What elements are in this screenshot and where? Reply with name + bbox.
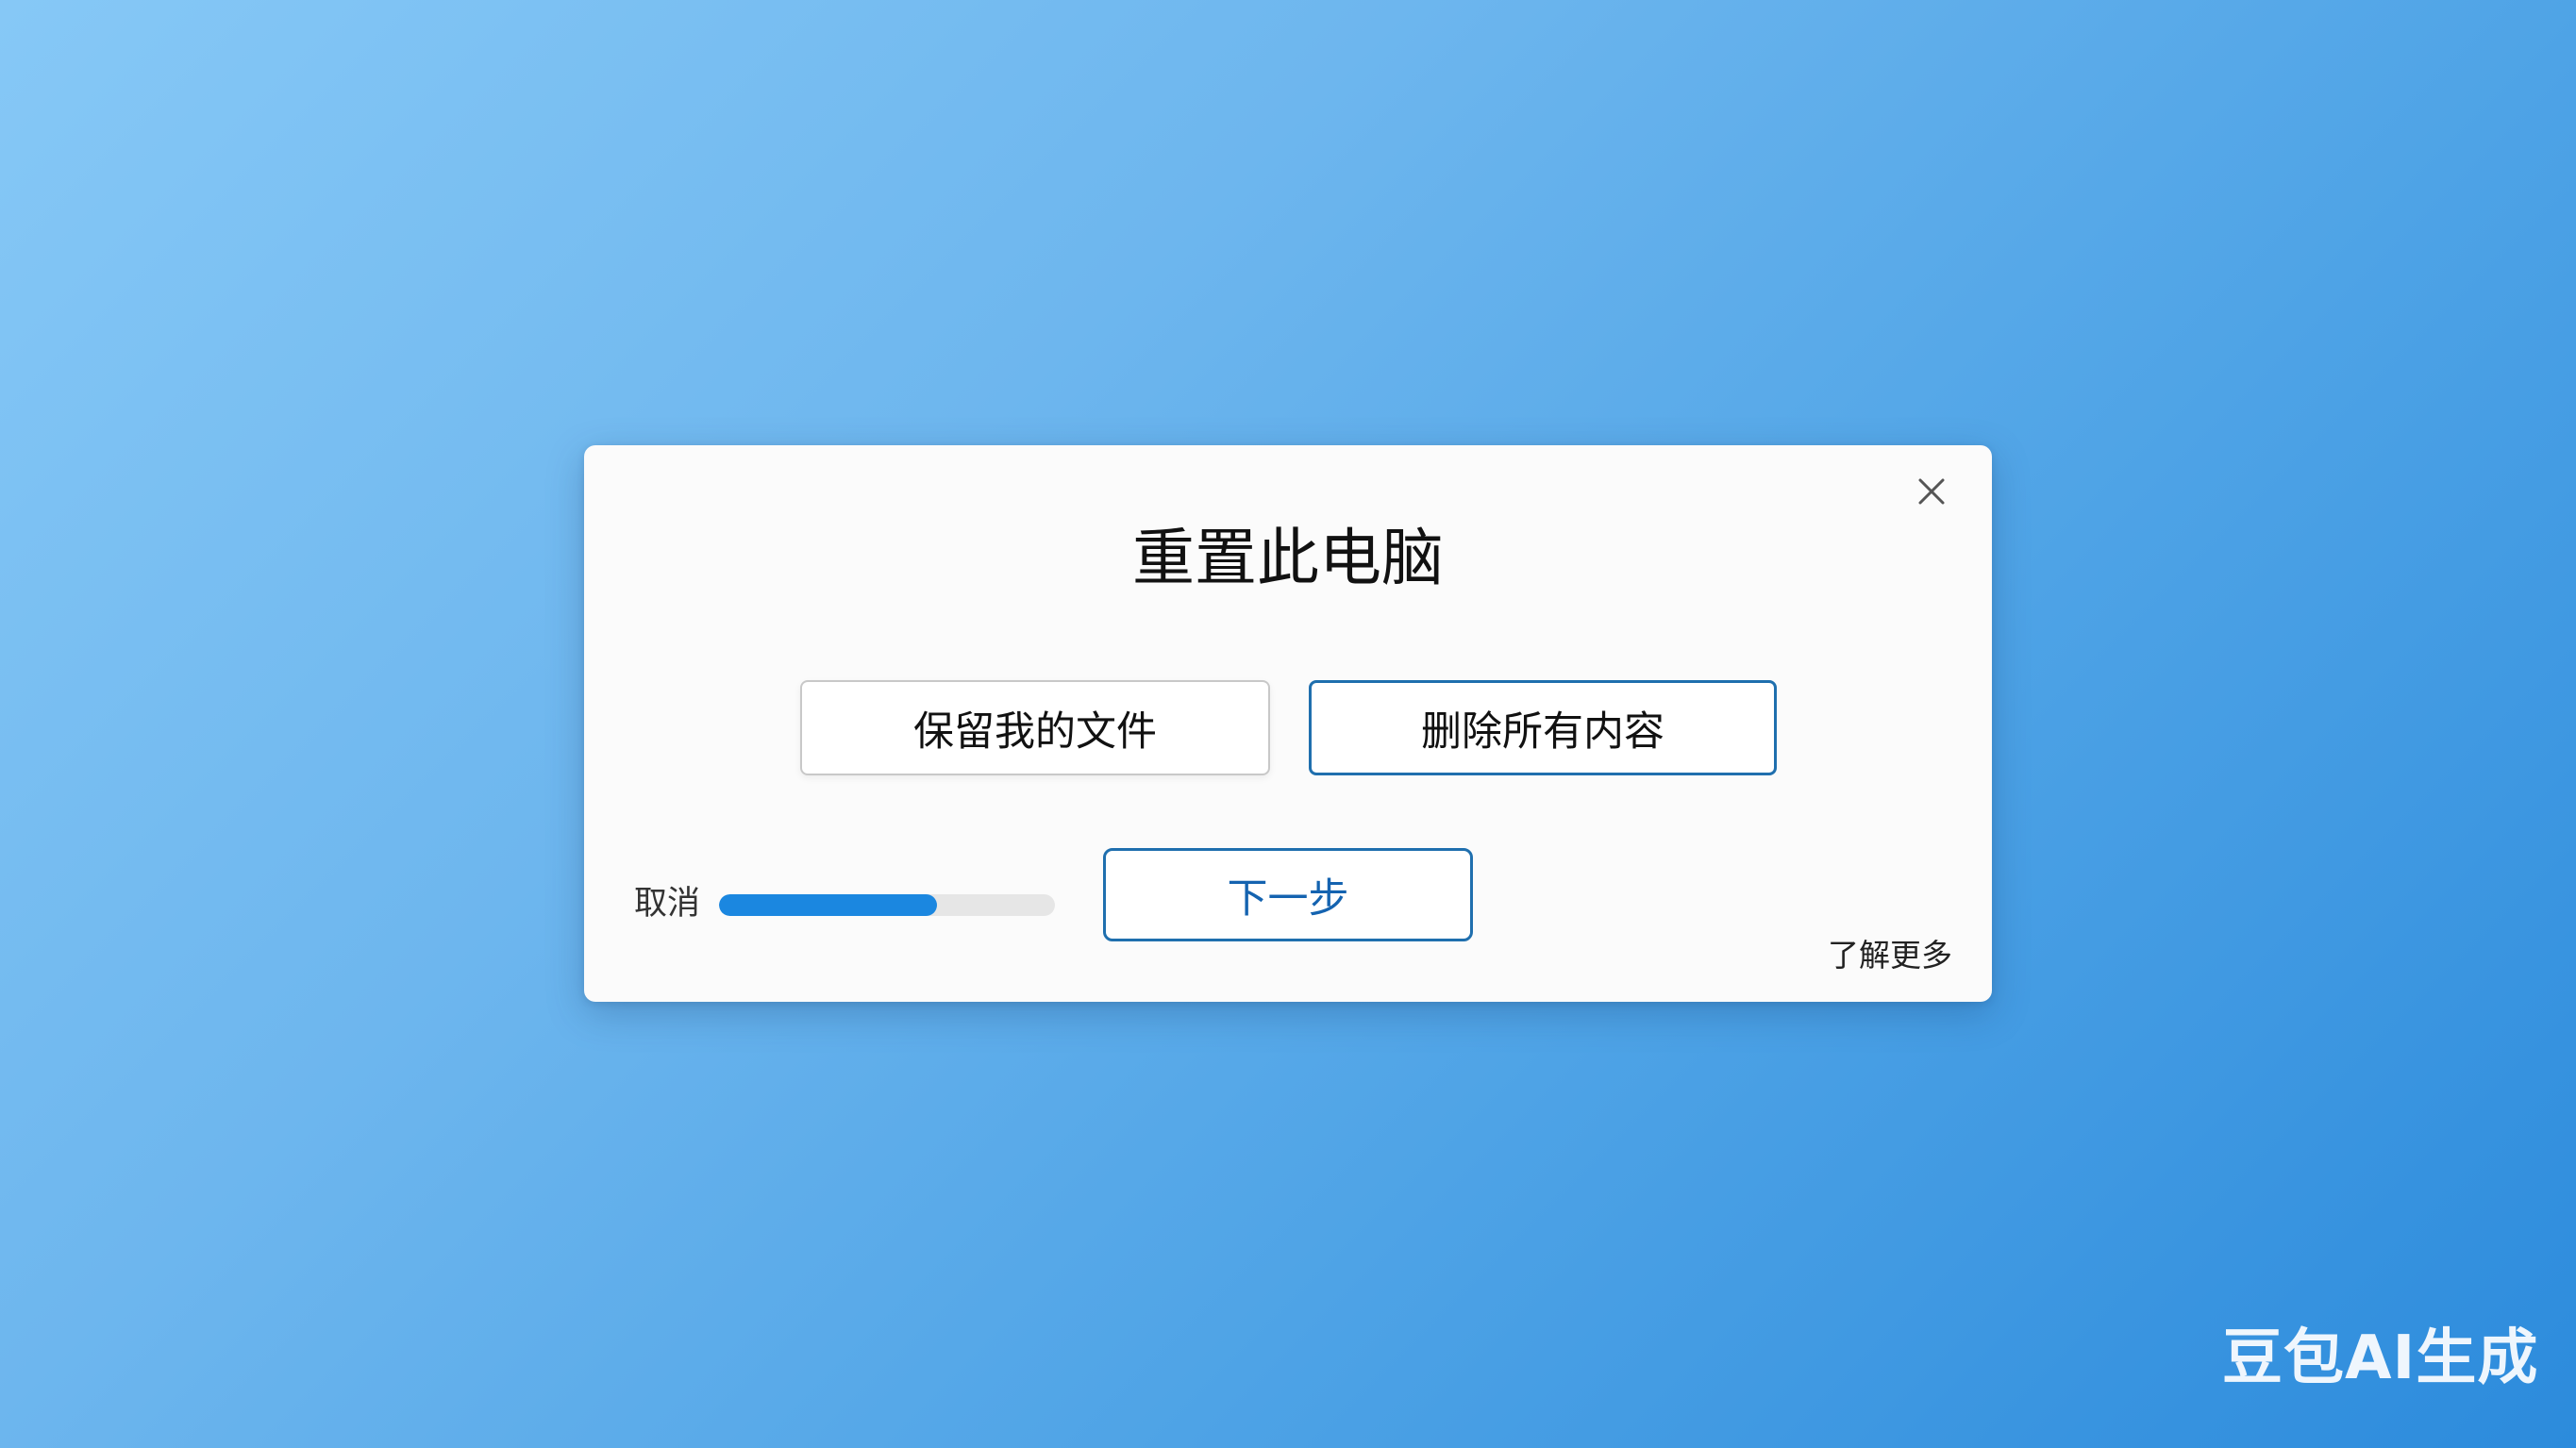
desktop-background: 重置此电脑 保留我的文件 删除所有内容 取消 下一步 了解更多 豆包AI生成 [0,0,2576,1448]
watermark-text: 豆包AI生成 [2222,1323,2539,1393]
remove-everything-label: 删除所有内容 [1421,707,1664,756]
dialog-title: 重置此电脑 [1132,522,1444,594]
remove-everything-button[interactable]: 删除所有内容 [1309,680,1777,775]
next-button-label: 下一步 [1227,874,1349,923]
next-button[interactable]: 下一步 [1103,848,1473,941]
reset-pc-dialog: 重置此电脑 保留我的文件 删除所有内容 取消 下一步 了解更多 [584,445,1992,1002]
learn-more-link[interactable]: 了解更多 [1828,936,1952,975]
progress-bar [719,894,1055,916]
cancel-button[interactable]: 取消 [634,883,700,924]
keep-my-files-label: 保留我的文件 [913,707,1157,756]
keep-my-files-button[interactable]: 保留我的文件 [800,680,1270,775]
progress-bar-fill [719,894,938,916]
close-icon [1918,478,1945,505]
close-button[interactable] [1910,470,1953,513]
